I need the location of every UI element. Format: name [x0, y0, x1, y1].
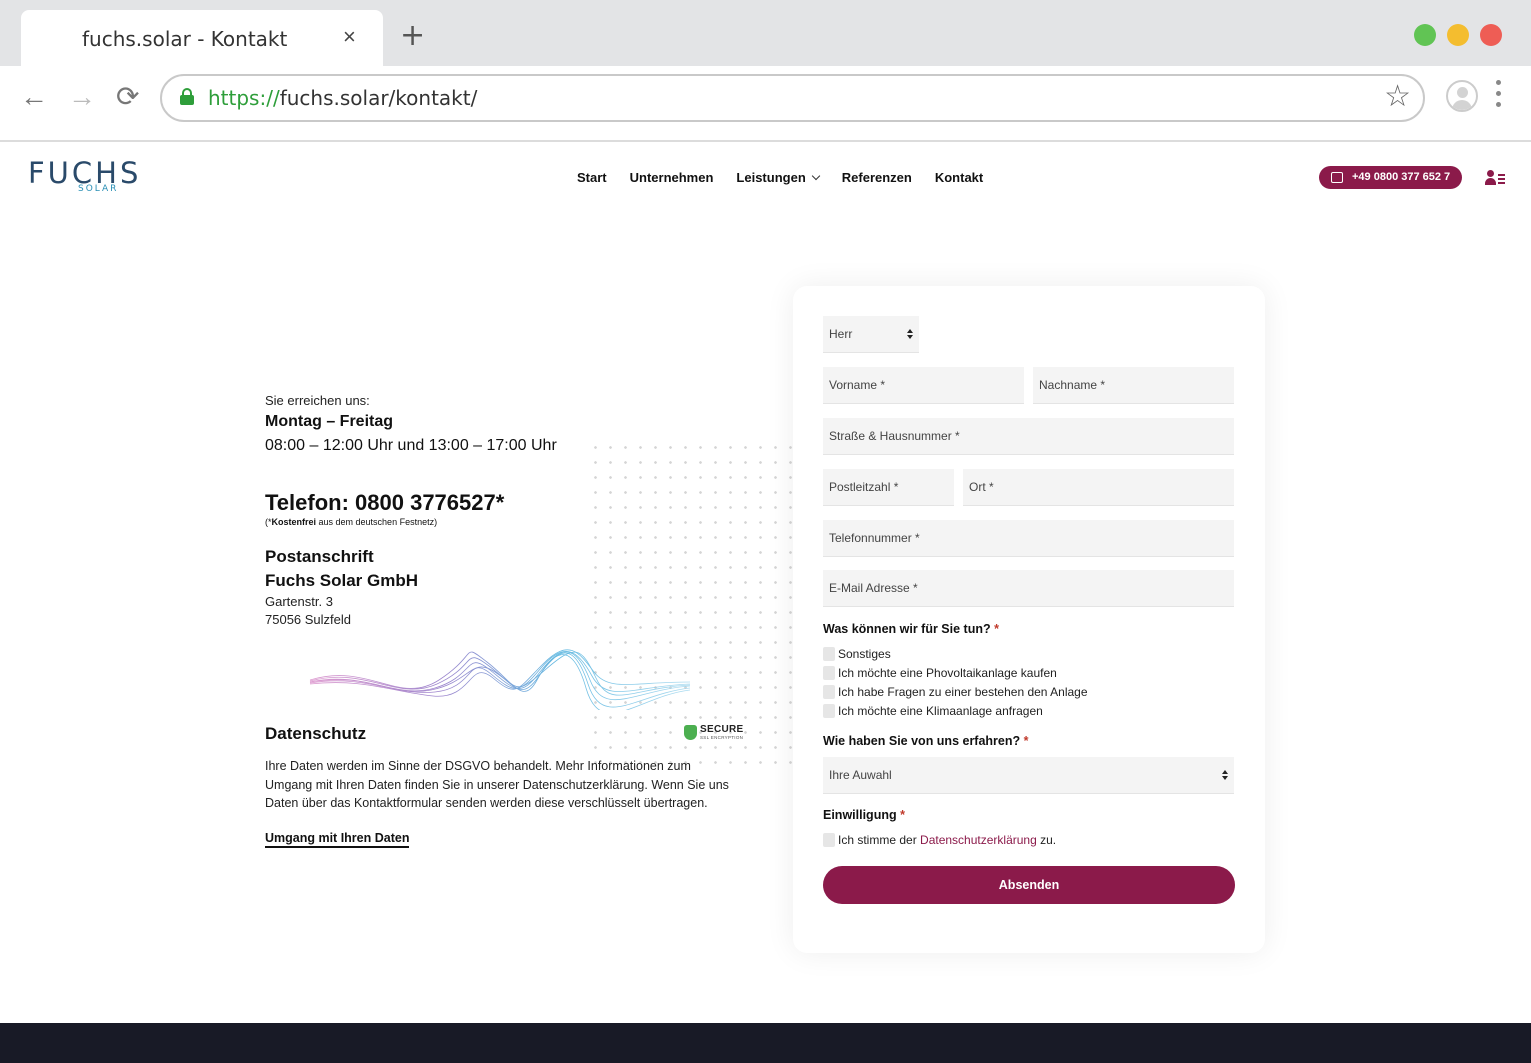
datenschutz-link[interactable]: Datenschutzerklärung: [920, 833, 1037, 847]
select-arrows-icon: [1222, 770, 1228, 781]
logo-subtitle: SOLAR: [78, 184, 119, 194]
shield-check-icon: [684, 725, 697, 740]
browser-menu-icon[interactable]: [1496, 80, 1502, 113]
nav-start[interactable]: Start: [577, 170, 607, 186]
postanschrift-heading: Postanschrift: [265, 547, 374, 566]
address-city: 75056 Sulzfeld: [265, 612, 352, 627]
ort-field[interactable]: Ort *: [963, 469, 1234, 506]
window-maximize-button[interactable]: [1414, 24, 1436, 46]
new-tab-icon[interactable]: +: [400, 21, 425, 51]
window-close-button[interactable]: [1480, 24, 1502, 46]
user-account-icon[interactable]: [1485, 170, 1505, 186]
submit-button[interactable]: Absenden: [823, 866, 1235, 904]
opening-days: Montag – Freitag: [265, 413, 394, 430]
phone-number: +49 0800 377 652 7: [1352, 171, 1451, 183]
back-arrow-icon[interactable]: ←: [20, 82, 48, 112]
main-navigation: Start Unternehmen Leistungen Referenzen …: [577, 170, 983, 186]
browser-toolbar: ← → ⟳ https://fuchs.solar/kontakt/ ☆: [0, 66, 1531, 142]
reach-label: Sie erreichen uns:: [265, 393, 370, 408]
telefon-heading[interactable]: Telefon: 0800 3776527*: [265, 490, 504, 516]
url-text[interactable]: https://fuchs.solar/kontakt/: [208, 86, 477, 110]
profile-avatar-icon[interactable]: [1446, 80, 1478, 112]
browser-tabbar: fuchs.solar - Kontakt × +: [0, 0, 1531, 66]
window-minimize-button[interactable]: [1447, 24, 1469, 46]
checkbox[interactable]: [823, 647, 835, 661]
telefon-note: (*Kostenfrei aus dem deutschen Festnetz): [265, 517, 438, 527]
consent-label: Einwilligung *: [823, 808, 905, 822]
source-select[interactable]: Ihre Auwahl: [823, 757, 1234, 794]
chevron-down-icon: [811, 171, 821, 181]
checkbox[interactable]: [823, 666, 835, 680]
nav-leistungen-label: Leistungen: [736, 170, 806, 185]
opening-hours: 08:00 – 12:00 Uhr und 13:00 – 17:00 Uhr: [265, 437, 557, 454]
question-source-label: Wie haben Sie von uns erfahren? *: [823, 734, 1029, 748]
browser-tab[interactable]: fuchs.solar - Kontakt ×: [21, 10, 383, 66]
select-arrows-icon: [907, 329, 913, 340]
nav-kontakt[interactable]: Kontakt: [935, 170, 983, 186]
forward-arrow-icon[interactable]: →: [68, 82, 96, 112]
tab-close-icon[interactable]: ×: [343, 24, 356, 50]
company-name: Fuchs Solar GmbH: [265, 571, 419, 590]
email-field[interactable]: E-Mail Adresse *: [823, 570, 1234, 607]
url-protocol: https://: [208, 86, 280, 110]
strasse-field[interactable]: Straße & Hausnummer *: [823, 418, 1234, 455]
salutation-select[interactable]: Herr: [823, 316, 919, 353]
reload-icon[interactable]: ⟳: [116, 82, 139, 112]
lock-icon: [180, 88, 194, 105]
checkbox[interactable]: [823, 704, 835, 718]
phone-call-button[interactable]: +49 0800 377 652 7: [1319, 166, 1462, 189]
dot-pattern-decoration: [588, 440, 793, 770]
vorname-field[interactable]: Vorname *: [823, 367, 1024, 404]
nav-referenzen[interactable]: Referenzen: [842, 170, 912, 186]
bookmark-star-icon[interactable]: ☆: [1384, 80, 1411, 114]
datenschutz-heading: Datenschutz: [265, 724, 367, 743]
site-footer: [0, 1023, 1531, 1063]
nachname-field[interactable]: Nachname *: [1033, 367, 1234, 404]
fuchs-solar-logo[interactable]: FUCHS SOLAR: [28, 158, 168, 196]
telefon-field[interactable]: Telefonnummer *: [823, 520, 1234, 557]
url-path: fuchs.solar/kontakt/: [279, 86, 478, 110]
tab-title: fuchs.solar - Kontakt: [82, 27, 288, 51]
ssl-secure-badge: SECURE SSL ENCRYPTION: [684, 723, 744, 743]
consent-checkbox[interactable]: [823, 833, 835, 847]
datenschutz-text: Ihre Daten werden im Sinne der DSGVO beh…: [265, 759, 729, 810]
question-services-label: Was können wir für Sie tun? *: [823, 622, 999, 636]
privacy-link-wrap: Umgang mit Ihren Daten: [265, 829, 410, 848]
privacy-link[interactable]: Umgang mit Ihren Daten: [265, 831, 410, 848]
checkbox[interactable]: [823, 685, 835, 699]
phone-vibrate-icon: [1331, 172, 1343, 183]
wave-decoration: [309, 649, 691, 710]
address-bar[interactable]: https://fuchs.solar/kontakt/ ☆: [160, 74, 1425, 122]
plz-field[interactable]: Postleitzahl *: [823, 469, 954, 506]
nav-unternehmen[interactable]: Unternehmen: [630, 170, 714, 186]
address-street: Gartenstr. 3: [265, 594, 333, 609]
nav-leistungen[interactable]: Leistungen: [736, 170, 821, 186]
